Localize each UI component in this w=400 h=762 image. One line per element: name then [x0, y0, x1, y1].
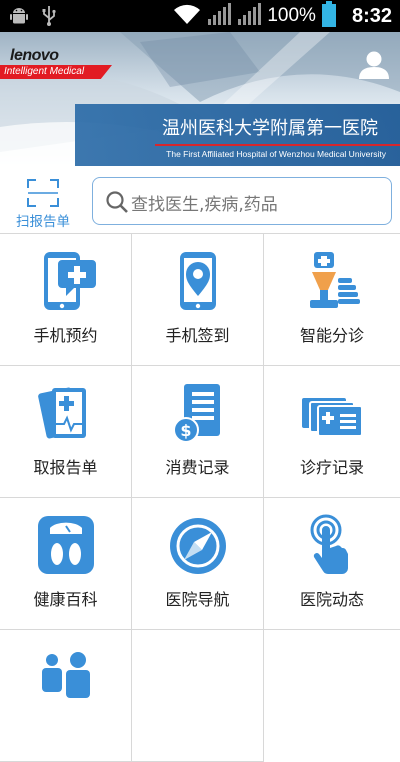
triage-icon	[300, 250, 364, 314]
menu-item-triage[interactable]: 智能分诊	[264, 234, 400, 366]
records-icon	[300, 382, 364, 446]
menu-item-check-in[interactable]: 手机签到	[132, 234, 264, 366]
report-icon	[34, 382, 98, 446]
menu-item-label: 智能分诊	[299, 326, 364, 345]
menu-item-label: 医院动态	[299, 590, 364, 609]
menu-item-empty	[132, 630, 264, 762]
compass-icon	[166, 514, 230, 578]
battery-icon	[321, 1, 336, 31]
menu-item-health-wiki[interactable]: 健康百科	[0, 498, 132, 630]
phone-plus-icon	[34, 250, 98, 314]
signal-icon	[237, 2, 262, 30]
menu-item-label: 消费记录	[165, 458, 230, 477]
signal-icon	[207, 2, 232, 30]
phone-location-icon	[166, 250, 230, 314]
hospital-title-bar: 温州医科大学附属第一医院 The First Affiliated Hospit…	[75, 104, 400, 166]
menu-item-label: 医院导航	[165, 590, 230, 609]
touch-icon	[300, 514, 364, 578]
menu-item-label: 健康百科	[33, 590, 98, 609]
battery-percent: 100%	[267, 5, 316, 26]
header-banner: lenovo Intelligent Medical 温州医科大学附属第一医院 …	[0, 32, 400, 170]
bill-icon: $	[166, 382, 230, 446]
svg-text:$: $	[180, 421, 191, 440]
android-icon	[10, 6, 28, 30]
hospital-name-cn: 温州医科大学附属第一医院	[162, 118, 378, 139]
menu-item-hospital-navigation[interactable]: 医院导航	[132, 498, 264, 630]
scan-report-label: 扫报告单	[16, 214, 70, 230]
scan-report-button[interactable]: 扫报告单	[12, 178, 74, 230]
logo-tagline: Intelligent Medical	[4, 66, 85, 77]
menu-item-label: 手机签到	[165, 326, 230, 345]
divider	[155, 144, 400, 146]
logo-tagline-ribbon: Intelligent Medical	[0, 65, 112, 79]
feature-grid: 手机预约 手机签到 智能分诊 取报告单 $ 消费记录 诊疗记录 健康百科 医院导…	[0, 233, 400, 762]
usb-icon	[42, 6, 56, 30]
menu-item-label: 诊疗记录	[299, 458, 364, 477]
menu-item-partial[interactable]	[0, 630, 132, 762]
menu-item-appointment[interactable]: 手机预约	[0, 234, 132, 366]
scale-icon	[34, 514, 98, 578]
menu-item-get-report[interactable]: 取报告单	[0, 366, 132, 498]
user-icon[interactable]	[356, 50, 392, 84]
menu-item-label: 手机预约	[33, 326, 98, 345]
menu-item-medical-records[interactable]: 诊疗记录	[264, 366, 400, 498]
menu-item-label: 取报告单	[33, 458, 98, 477]
people-icon	[34, 646, 98, 710]
wifi-icon	[173, 3, 201, 29]
search-icon	[105, 190, 129, 218]
menu-item-hospital-news[interactable]: 医院动态	[264, 498, 400, 630]
menu-item-billing[interactable]: $ 消费记录	[132, 366, 264, 498]
hospital-name-en: The First Affiliated Hospital of Wenzhou…	[166, 149, 386, 159]
clock: 8:32	[351, 4, 392, 27]
search-input[interactable]: 查找医生,疾病,药品	[92, 177, 392, 225]
lenovo-logo: lenovo	[10, 47, 59, 64]
search-placeholder: 查找医生,疾病,药品	[131, 195, 278, 215]
status-bar: 100% 8:32	[0, 0, 400, 32]
